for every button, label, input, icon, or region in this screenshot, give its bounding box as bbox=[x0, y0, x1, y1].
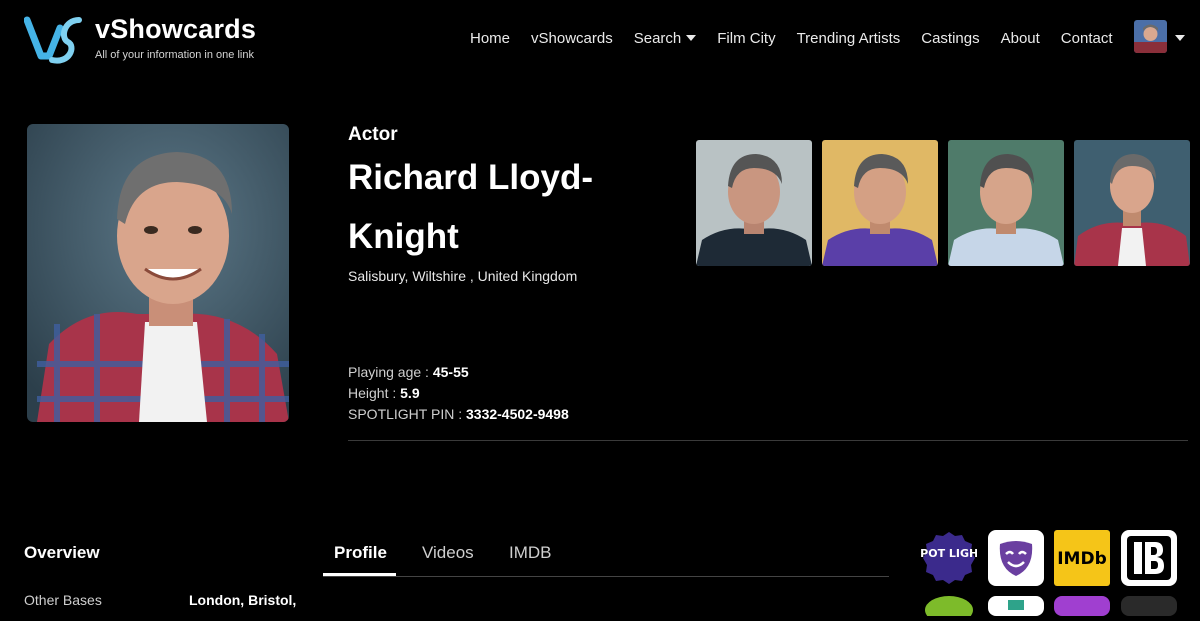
profile-location: Salisbury, Wiltshire , United Kingdom bbox=[348, 268, 578, 284]
caret-down-icon bbox=[686, 35, 697, 41]
nav-about[interactable]: About bbox=[1001, 30, 1040, 47]
backstage-badge[interactable] bbox=[1121, 530, 1177, 586]
nav-vshowcards[interactable]: vShowcards bbox=[531, 30, 613, 47]
profile-stats: Playing age : 45-55 Height : 5.9 SPOTLIG… bbox=[348, 362, 569, 425]
profile-tabs: Profile Videos IMDB bbox=[323, 530, 889, 577]
theatre-mask-icon bbox=[988, 530, 1044, 586]
theatre-mask-badge[interactable] bbox=[988, 530, 1044, 586]
playing-age-label: Playing age : bbox=[348, 364, 429, 380]
nav-search[interactable]: Search bbox=[634, 30, 697, 47]
backstage-b-icon bbox=[1121, 530, 1177, 586]
headshot-thumbnail[interactable] bbox=[948, 140, 1064, 266]
badge-partial[interactable] bbox=[1121, 596, 1177, 616]
main-nav: Home vShowcards Search Film City Trendin… bbox=[470, 20, 1134, 56]
badge-partial[interactable] bbox=[988, 596, 1044, 616]
nav-contact[interactable]: Contact bbox=[1061, 30, 1113, 47]
overview-title: Overview bbox=[24, 543, 100, 562]
user-avatar[interactable] bbox=[1134, 20, 1167, 53]
height-value: 5.9 bbox=[400, 385, 420, 401]
spotlight-badge-text: SPOT LIGHT bbox=[921, 547, 977, 560]
tab-profile[interactable]: Profile bbox=[334, 543, 387, 563]
spotlight-pin-value: 3332-4502-9498 bbox=[466, 406, 569, 422]
nav-search-label: Search bbox=[633, 29, 682, 47]
headshot-thumbnail[interactable] bbox=[1074, 140, 1190, 266]
headshot-thumbnail[interactable] bbox=[822, 140, 938, 266]
headshot-thumbnail[interactable] bbox=[696, 140, 812, 266]
avatar-caret-down-icon[interactable] bbox=[1175, 35, 1185, 41]
other-bases-value: London, Bristol, bbox=[189, 592, 297, 608]
tab-videos[interactable]: Videos bbox=[422, 543, 474, 563]
imdb-icon: IMDb bbox=[1054, 530, 1110, 586]
spotlight-icon: SPOT LIGHT bbox=[912, 532, 986, 584]
imdb-badge-text: IMDb bbox=[1057, 549, 1107, 569]
headshot-gallery bbox=[696, 140, 1190, 266]
badge-partial[interactable] bbox=[1054, 596, 1110, 616]
brand-name: vShowcards bbox=[95, 14, 257, 44]
brand-tagline: All of your information in one link bbox=[95, 49, 254, 61]
imdb-badge[interactable]: IMDb bbox=[1054, 530, 1110, 586]
active-tab-indicator bbox=[323, 573, 396, 576]
height-row: Height : 5.9 bbox=[348, 383, 569, 404]
profile-role: Actor bbox=[348, 124, 398, 145]
spotlight-badge[interactable]: SPOT LIGHT bbox=[912, 530, 986, 586]
badge-partial[interactable] bbox=[921, 596, 977, 621]
section-divider bbox=[348, 440, 1188, 441]
playing-age-row: Playing age : 45-55 bbox=[348, 362, 569, 383]
avatar-photo bbox=[1134, 20, 1167, 53]
nav-trending-artists[interactable]: Trending Artists bbox=[797, 30, 901, 47]
site-logo[interactable]: vShowcards All of your information in on… bbox=[24, 12, 264, 66]
profile-main-photo bbox=[27, 124, 289, 422]
nav-castings[interactable]: Castings bbox=[921, 30, 979, 47]
spotlight-pin-row: SPOTLIGHT PIN : 3332-4502-9498 bbox=[348, 404, 569, 425]
nav-film-city[interactable]: Film City bbox=[717, 30, 775, 47]
nav-home[interactable]: Home bbox=[470, 30, 510, 47]
playing-age-value: 45-55 bbox=[432, 364, 469, 380]
profile-name: Richard Lloyd-Knight bbox=[348, 158, 594, 256]
height-label: Height : bbox=[348, 385, 397, 401]
tab-imdb[interactable]: IMDB bbox=[509, 543, 552, 563]
spotlight-pin-label: SPOTLIGHT PIN : bbox=[348, 406, 463, 422]
vs-logo-icon bbox=[24, 16, 82, 64]
other-bases-label: Other Bases bbox=[24, 592, 102, 608]
